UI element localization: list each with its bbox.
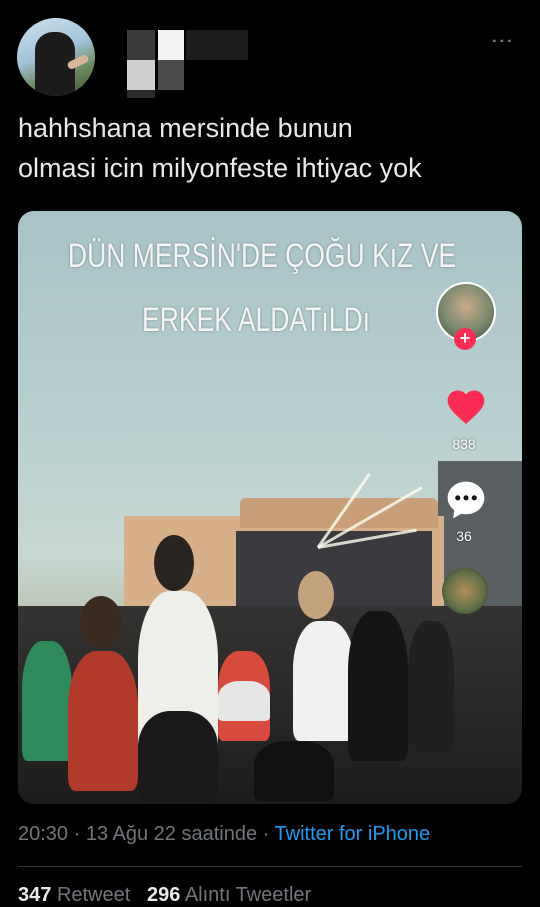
meta-separator: · (68, 823, 86, 845)
crowd-person (22, 641, 72, 761)
tweet-text-line: olmasi icin milyonfeste ihtiyac yok (18, 153, 422, 183)
crowd-person (218, 681, 270, 721)
crowd-person (408, 621, 454, 751)
tweet-source-link[interactable]: Twitter for iPhone (275, 823, 431, 845)
video-caption-line: ERKEK ALDATıLDı (142, 301, 370, 339)
divider (18, 866, 522, 867)
quote-label[interactable]: Alıntı Tweetler (185, 884, 311, 906)
author-avatar[interactable] (17, 18, 95, 96)
censor-block (127, 30, 155, 60)
tweet-meta: 20:30 · 13 Ağu 22 saatinde · Twitter for… (18, 823, 430, 846)
music-disc-icon[interactable] (442, 568, 488, 614)
retweet-label[interactable]: Retweet (57, 884, 130, 906)
more-options-icon[interactable]: ⋮ (490, 30, 515, 50)
heart-icon[interactable] (444, 385, 488, 429)
censor-block (127, 60, 155, 90)
like-count: 838 (452, 436, 476, 452)
crowd-head (80, 596, 122, 648)
censor-block (186, 30, 248, 60)
tweet-stats: 347 Retweet 296 Alıntı Tweetler (18, 884, 311, 907)
tweet-text: hahhshana mersinde bunun olmasi icin mil… (18, 108, 528, 188)
crowd-person (138, 711, 218, 801)
crowd-head (298, 571, 334, 619)
meta-separator: · (257, 823, 275, 845)
censor-block (158, 30, 184, 60)
comment-count: 36 (456, 528, 472, 544)
crowd-head (154, 535, 194, 591)
crowd-person (254, 741, 334, 801)
tweet-text-line: hahhshana mersinde bunun (18, 113, 353, 143)
tweet-date[interactable]: 13 Ağu 22 saatinde (86, 823, 257, 845)
censor-block (158, 60, 184, 90)
censor-block (127, 90, 155, 98)
crowd-person (68, 651, 138, 791)
video-caption-line: DÜN MERSİN'DE ÇOĞU KıZ VE (67, 237, 457, 275)
crowd-person (293, 621, 355, 741)
retweet-count[interactable]: 347 (18, 884, 51, 906)
tweet-time[interactable]: 20:30 (18, 823, 68, 845)
comment-icon[interactable] (444, 478, 488, 522)
follow-plus-icon[interactable]: + (454, 328, 476, 350)
quote-count[interactable]: 296 (147, 884, 180, 906)
crowd-person (348, 611, 408, 761)
